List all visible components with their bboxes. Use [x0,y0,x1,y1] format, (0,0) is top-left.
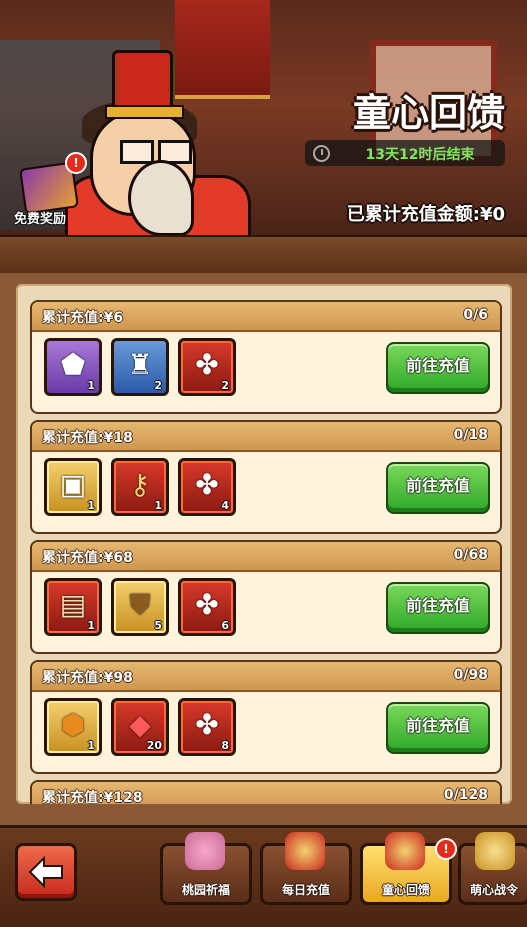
character-glasses [120,140,192,164]
go-recharge-button[interactable]: 前往充值 [386,702,490,754]
tier-requirement: 累计充值:¥18 [42,430,133,446]
tier-progress: 0/6 [463,307,488,323]
tier-progress: 0/128 [443,787,488,803]
gem-glyph: ⬢ [60,708,86,741]
reward-tier-list[interactable]: 累计充值:¥6 0/6 ⬟ 1 ♜ 2 ✤ 2 前往充值 累计充值:¥18 0/… [16,284,512,804]
tier-header: 累计充值:¥98 0/98 [32,662,500,692]
ruby-glyph: ◆ [129,708,151,741]
character-hat [105,50,184,119]
reward-tier-row: 累计充值:¥128 0/128 [30,780,502,804]
blue-crown-icon[interactable]: ♜ 2 [111,338,169,396]
go-recharge-button[interactable]: 前往充值 [386,462,490,514]
tab-label: 每日充值 [281,883,330,897]
go-recharge-button[interactable]: 前往充值 [386,342,490,394]
tier-header: 累计充值:¥18 0/18 [32,422,500,452]
reward-count: 1 [87,619,95,632]
tier-requirement: 累计充值:¥6 [42,310,124,326]
scroll-glyph: ▤ [59,588,87,621]
total-recharge-amount: 已累计充值金额:¥0 [346,204,505,225]
money-bag-icon [285,832,325,870]
reward-count: 8 [221,739,229,752]
purple-gem-chest-icon[interactable]: ⬟ 1 [44,338,102,396]
bronze-shield-icon[interactable]: ⛊ 5 [111,578,169,636]
crown-glyph: ♜ [127,348,153,381]
tier-requirement: 累计充值:¥68 [42,550,133,566]
reward-count: 1 [87,499,95,512]
back-arrow-icon [28,855,63,889]
reward-count: 1 [154,499,162,512]
back-button[interactable] [15,843,77,901]
tier-header: 累计充值:¥68 0/68 [32,542,500,572]
tier-requirement: 累计充值:¥128 [42,790,143,804]
reward-count: 6 [221,619,229,632]
scroll-icon[interactable]: ▤ 1 [44,578,102,636]
chest-glyph: ▣ [59,468,87,501]
free-reward-label[interactable]: 免费奖励 [14,208,66,227]
gem-glyph: ⬟ [60,348,86,381]
peach-tree-icon [185,832,225,870]
tab-peach-garden-blessing[interactable]: 桃园祈福 [160,832,252,905]
tab-daily-recharge[interactable]: 每日充值 [260,832,352,905]
go-recharge-button[interactable]: 前往充值 [386,582,490,634]
reward-tier-row: 累计充值:¥98 0/98 ⬢ 1 ◆ 20 ✤ 8 前往充值 [30,660,502,774]
pinwheel-icon[interactable]: ✤ 6 [178,578,236,636]
tier-progress: 0/18 [453,427,488,443]
orange-gem-chest-icon[interactable]: ⬢ 1 [44,698,102,756]
tier-progress: 0/68 [453,547,488,563]
reward-tier-row: 累计充值:¥6 0/6 ⬟ 1 ♜ 2 ✤ 2 前往充值 [30,300,502,414]
divider-strip [0,235,527,278]
tab-label: 童心回馈 [381,883,430,897]
pass-card-icon [475,832,515,870]
timer-text: 13天12时后结束 [365,147,475,163]
tab-battle-pass[interactable]: 萌心战令 [458,832,527,905]
pinwheel-glyph: ✤ [195,468,219,501]
tab-label: 萌心战令 [469,883,518,897]
reward-count: 1 [87,379,95,392]
key-glyph: ⚷ [129,468,151,501]
pinwheel-icon[interactable]: ✤ 8 [178,698,236,756]
tier-header: 累计充值:¥6 0/6 [32,302,500,332]
notification-badge: ! [435,838,457,860]
pinwheel-glyph: ✤ [195,708,219,741]
reward-count: 5 [154,619,162,632]
notification-badge: ! [65,152,87,174]
event-header: ! 免费奖励 童心回馈 13天12时后结束 已累计充值金额:¥0 [0,0,527,235]
reward-count: 2 [221,379,229,392]
pinwheel-glyph: ✤ [195,588,219,621]
feather-fan [128,160,194,235]
pinwheel-icon[interactable]: ✤ 4 [178,458,236,516]
tab-label: 桃园祈福 [181,883,230,897]
reward-count: 20 [146,739,162,752]
bottom-nav-bar: 桃园祈福 每日充值 童心回馈 ! 萌心战令 [0,825,527,927]
reward-count: 4 [221,499,229,512]
treasure-chest-icon[interactable]: ▣ 1 [44,458,102,516]
tier-header: 累计充值:¥128 0/128 [32,782,500,804]
reward-tier-row: 累计充值:¥18 0/18 ▣ 1 ⚷ 1 ✤ 4 前往充值 [30,420,502,534]
reward-count: 1 [87,739,95,752]
pinwheel-icon[interactable]: ✤ 2 [178,338,236,396]
reward-tier-row: 累计充值:¥68 0/68 ▤ 1 ⛊ 5 ✤ 6 前往充值 [30,540,502,654]
red-ruby-icon[interactable]: ◆ 20 [111,698,169,756]
gift-bag-icon [385,832,425,870]
tier-requirement: 累计充值:¥98 [42,670,133,686]
event-title: 童心回馈 [352,91,505,135]
background-banner [175,0,270,99]
reward-count: 2 [154,379,162,392]
golden-key-icon[interactable]: ⚷ 1 [111,458,169,516]
tier-progress: 0/98 [453,667,488,683]
event-timer: 13天12时后结束 [305,140,505,166]
tab-childlike-rewards[interactable]: 童心回馈 ! [360,832,457,905]
clock-icon [313,145,330,162]
shield-glyph: ⛊ [129,588,151,621]
pinwheel-glyph: ✤ [195,348,219,381]
